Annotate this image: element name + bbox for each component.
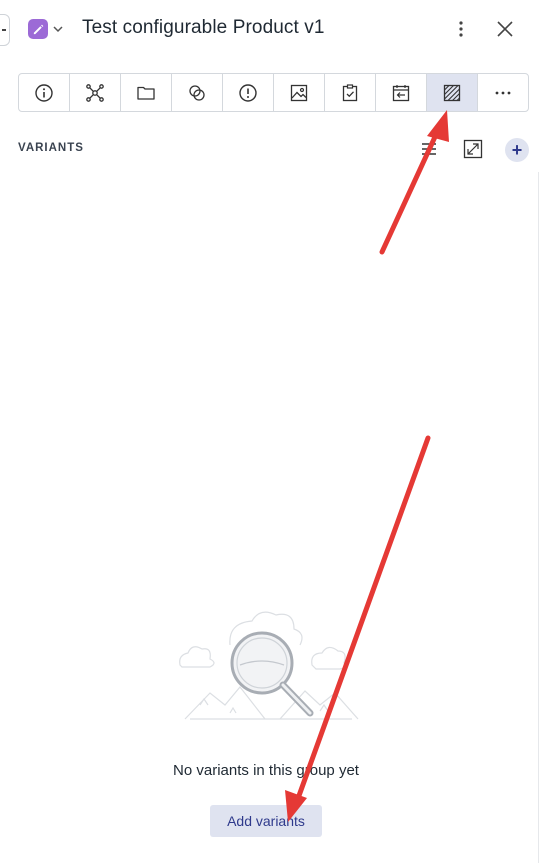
panel-header: Test configurable Product v1 [0,0,540,60]
tab-folder[interactable] [121,74,172,111]
empty-search-illustration [179,611,359,720]
tab-links[interactable] [172,74,223,111]
section-title: VARIANTS [18,142,84,154]
add-variants-button[interactable]: Add variants [210,805,322,837]
tab-variants[interactable] [427,74,478,111]
empty-state-message: No variants in this group yet [173,762,359,779]
list-view-icon[interactable] [419,139,439,159]
clipboard-check-icon [342,83,358,101]
network-icon [86,83,104,102]
tab-history[interactable] [376,74,427,111]
panel-toolbar [18,73,529,112]
divider [538,172,539,863]
add-variant-button[interactable]: + [505,138,529,162]
expand-view-icon[interactable] [462,138,484,160]
calendar-arrow-icon [392,84,410,101]
pencil-icon[interactable] [28,19,48,39]
folder-icon [137,86,155,100]
alert-icon [239,83,257,102]
tab-info[interactable] [19,74,70,111]
variants-hatched-icon [443,84,461,101]
circles-icon [189,84,205,101]
tab-alerts[interactable] [223,74,274,111]
more-horizontal-icon [495,91,511,94]
info-icon [35,83,53,102]
tab-more[interactable] [478,74,528,111]
annotation-arrows [285,110,449,822]
chevron-down-icon[interactable] [51,22,65,36]
tab-tasks[interactable] [325,74,376,111]
page-title: Test configurable Product v1 [82,17,325,38]
close-icon[interactable] [492,16,518,42]
tab-images[interactable] [274,74,325,111]
image-icon [290,84,308,101]
tab-relations[interactable] [70,74,121,111]
kebab-icon[interactable] [449,16,473,42]
